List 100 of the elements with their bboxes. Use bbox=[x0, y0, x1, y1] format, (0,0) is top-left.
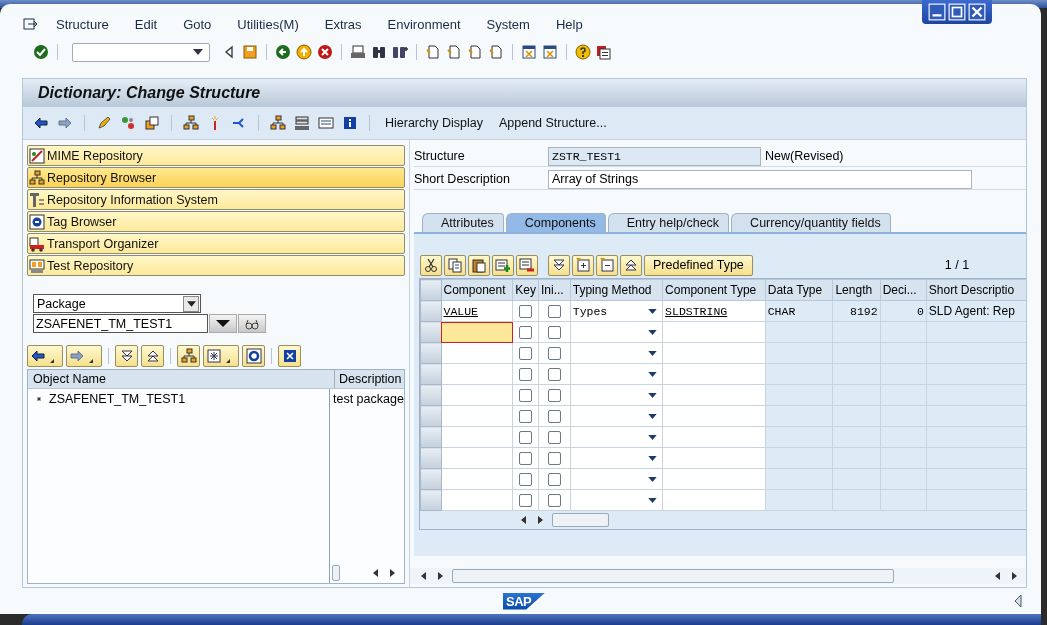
list-icon[interactable] bbox=[318, 115, 334, 131]
column-header[interactable]: Component Type bbox=[662, 279, 766, 301]
column-header[interactable]: Component bbox=[441, 279, 513, 301]
scrollbar-thumb[interactable] bbox=[552, 513, 609, 527]
predefined-type-button[interactable]: Predefined Type bbox=[644, 254, 753, 276]
check-icon[interactable] bbox=[33, 44, 49, 60]
checkbox[interactable] bbox=[547, 410, 561, 424]
menu-item[interactable]: Extras bbox=[310, 16, 374, 32]
minimize-icon[interactable] bbox=[928, 3, 946, 21]
checkbox[interactable] bbox=[547, 389, 561, 403]
column-header[interactable]: Deci... bbox=[880, 279, 927, 301]
paste-button[interactable] bbox=[468, 254, 490, 276]
tab[interactable]: Components bbox=[505, 213, 606, 232]
cancel-icon[interactable] bbox=[317, 44, 333, 60]
navigation-button[interactable]: MIME Repository bbox=[27, 145, 405, 166]
checkbox[interactable] bbox=[519, 326, 533, 340]
monitor-icon[interactable] bbox=[596, 44, 612, 60]
checkbox[interactable] bbox=[519, 347, 533, 361]
checkbox[interactable] bbox=[519, 431, 533, 445]
object-type-dropdown[interactable]: Package bbox=[33, 294, 201, 313]
navigation-button[interactable]: Transport Organizer bbox=[27, 233, 405, 254]
menu-item[interactable]: Environment bbox=[373, 16, 473, 32]
scroll-right-icon[interactable] bbox=[536, 516, 544, 524]
forward-arrow-button[interactable] bbox=[66, 345, 102, 367]
tab[interactable]: Attributes bbox=[422, 213, 504, 232]
checkbox[interactable] bbox=[547, 431, 561, 445]
structure-field[interactable]: ZSTR_TEST1 bbox=[548, 146, 761, 166]
checkbox[interactable] bbox=[519, 410, 533, 424]
checkbox[interactable] bbox=[547, 473, 561, 487]
hierarchy-icon[interactable] bbox=[270, 115, 286, 131]
checkbox[interactable] bbox=[519, 305, 533, 319]
column-header[interactable]: Ini... bbox=[538, 279, 571, 301]
collapse-button[interactable] bbox=[141, 345, 164, 367]
dropdown-button[interactable] bbox=[209, 314, 237, 333]
scrollbar-thumb[interactable] bbox=[332, 565, 340, 581]
checkbox[interactable] bbox=[519, 452, 533, 466]
column-header[interactable]: Key bbox=[512, 279, 539, 301]
expand-status-icon[interactable] bbox=[1013, 594, 1023, 608]
copy-button[interactable] bbox=[444, 254, 466, 276]
scroll-right-icon[interactable] bbox=[436, 572, 444, 580]
checkbox[interactable] bbox=[519, 473, 533, 487]
checkbox[interactable] bbox=[547, 326, 561, 340]
scroll-right-icon[interactable] bbox=[1010, 572, 1018, 580]
menu-icon[interactable] bbox=[22, 16, 38, 32]
back-icon[interactable] bbox=[275, 44, 291, 60]
page-icon[interactable] bbox=[425, 44, 441, 60]
scrollbar-thumb[interactable] bbox=[452, 569, 894, 583]
tree-node[interactable]: ZSAFENET_TM_TEST1 bbox=[49, 391, 186, 406]
navigation-button[interactable]: Test Repository bbox=[27, 255, 405, 276]
expand-button[interactable] bbox=[115, 345, 138, 367]
checkbox[interactable] bbox=[519, 368, 533, 382]
column-header[interactable]: Typing Method bbox=[570, 279, 663, 301]
forward-arrow-icon[interactable] bbox=[57, 115, 73, 131]
navigation-button[interactable]: Repository Information System bbox=[27, 189, 405, 210]
save-icon[interactable] bbox=[242, 44, 258, 60]
delete-row-button[interactable] bbox=[516, 254, 538, 276]
menu-item[interactable]: Structure bbox=[42, 16, 121, 32]
column-header[interactable]: Object Name bbox=[28, 370, 335, 388]
cut-button[interactable] bbox=[420, 254, 442, 276]
component-cell[interactable] bbox=[441, 321, 513, 343]
navigation-button[interactable]: Repository Browser bbox=[27, 167, 405, 188]
info-icon[interactable] bbox=[342, 115, 358, 131]
tab[interactable]: Entry help/check bbox=[607, 213, 730, 232]
back-arrow-icon[interactable] bbox=[33, 115, 49, 131]
circles-icon[interactable] bbox=[120, 115, 136, 131]
page-icon[interactable] bbox=[446, 44, 462, 60]
stack-icon[interactable] bbox=[294, 115, 310, 131]
page-icon[interactable] bbox=[488, 44, 504, 60]
column-header[interactable]: Data Type bbox=[765, 279, 833, 301]
command-field[interactable] bbox=[72, 42, 210, 62]
print-icon[interactable] bbox=[350, 44, 366, 60]
maximize-icon[interactable] bbox=[948, 3, 966, 21]
exit-icon[interactable] bbox=[296, 44, 312, 60]
copy-object-icon[interactable] bbox=[144, 115, 160, 131]
column-header[interactable]: Length bbox=[832, 279, 881, 301]
close-button[interactable] bbox=[278, 345, 301, 367]
help-icon[interactable] bbox=[575, 44, 591, 60]
back-arrow-button[interactable] bbox=[27, 345, 63, 367]
expand-button[interactable] bbox=[548, 254, 570, 276]
column-header[interactable]: Description bbox=[335, 370, 404, 388]
tab[interactable]: Currency/quantity fields bbox=[731, 213, 891, 232]
insert-row-button[interactable] bbox=[492, 254, 514, 276]
scroll-left-icon[interactable] bbox=[520, 516, 528, 524]
hierarchy-button[interactable] bbox=[177, 345, 200, 367]
scroll-left-icon[interactable] bbox=[420, 572, 428, 580]
close-icon[interactable] bbox=[968, 3, 986, 21]
scroll-right-icon[interactable] bbox=[388, 569, 396, 577]
refresh-button[interactable] bbox=[242, 345, 265, 367]
column-header[interactable]: Short Descriptio bbox=[926, 279, 1026, 301]
insert-button[interactable] bbox=[572, 254, 594, 276]
description-field[interactable]: Array of Strings bbox=[548, 169, 972, 189]
object-name-field[interactable]: ZSAFENET_TM_TEST1 bbox=[33, 314, 208, 333]
toolbar-button[interactable]: Hierarchy Display bbox=[381, 116, 487, 130]
window-icon[interactable] bbox=[542, 44, 558, 60]
checkbox[interactable] bbox=[519, 494, 533, 508]
pencil-icon[interactable] bbox=[96, 115, 112, 131]
collapse-button[interactable] bbox=[620, 254, 642, 276]
checkbox[interactable] bbox=[519, 389, 533, 403]
display-button[interactable] bbox=[238, 314, 266, 333]
checkbox[interactable] bbox=[547, 368, 561, 382]
